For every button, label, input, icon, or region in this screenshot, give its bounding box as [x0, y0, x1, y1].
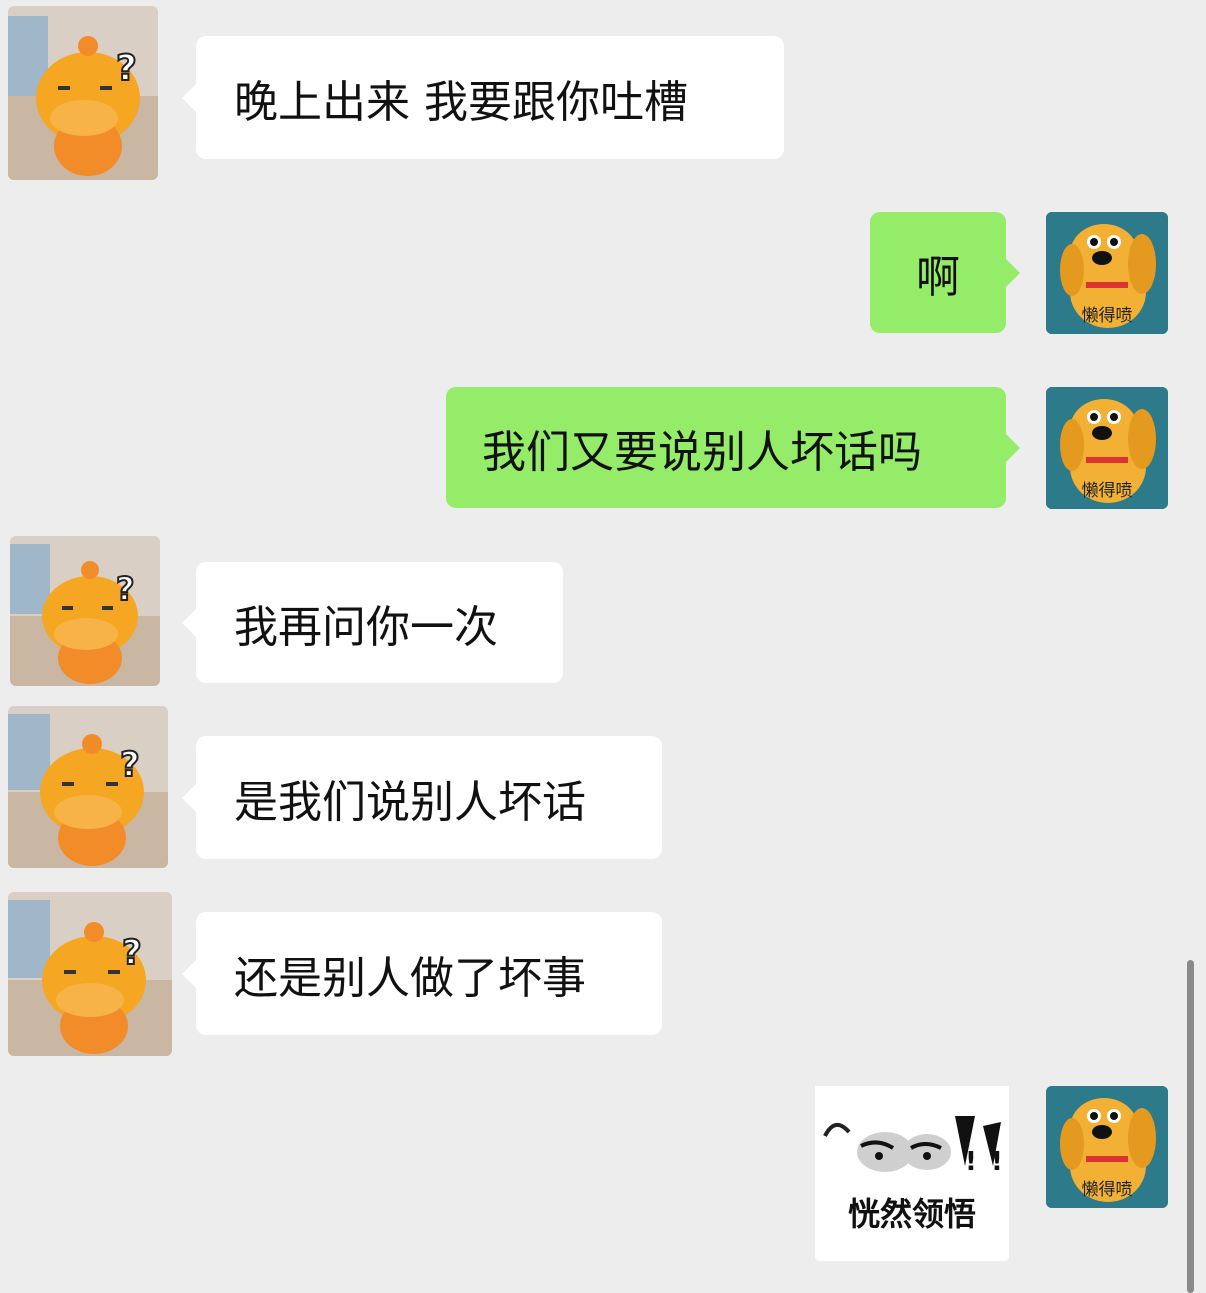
- contact-avatar[interactable]: ?: [8, 6, 158, 180]
- svg-text:?: ?: [120, 745, 140, 785]
- user-avatar[interactable]: 懒得喷: [1046, 212, 1168, 334]
- message-row: ? 我再问你一次: [0, 520, 1206, 700]
- chat-bubble-outgoing[interactable]: 啊: [870, 212, 1020, 333]
- contact-avatar[interactable]: ?: [10, 536, 160, 686]
- scrollbar[interactable]: [1187, 960, 1194, 1293]
- message-text: 还是别人做了坏事: [234, 952, 586, 1004]
- chat-bubble-outgoing[interactable]: 我们又要说别人坏话吗: [446, 387, 1020, 508]
- chat-bubble-incoming[interactable]: 是我们说别人坏话: [182, 736, 662, 859]
- sticker-message[interactable]: ! ! 恍然领悟: [815, 1086, 1009, 1261]
- orange-character-icon: ?: [8, 892, 172, 1056]
- svg-text:?: ?: [116, 570, 135, 608]
- message-text: 我再问你一次: [234, 601, 498, 653]
- avatar-caption: 懒得喷: [1081, 306, 1133, 326]
- sticker-caption: 恍然领悟: [847, 1195, 976, 1233]
- svg-text:!: !: [991, 1147, 1003, 1177]
- svg-text:?: ?: [122, 933, 142, 973]
- svg-text:?: ?: [116, 48, 137, 89]
- message-text: 啊: [916, 251, 960, 303]
- message-row: 啊 懒得喷: [0, 190, 1206, 350]
- chat-bubble-incoming[interactable]: 晚上出来 我要跟你吐槽: [182, 36, 784, 159]
- message-row: 我们又要说别人坏话吗 懒得喷: [0, 350, 1206, 520]
- surprised-face-sticker-icon: ! !: [815, 1086, 1009, 1206]
- message-row: ? 晚上出来 我要跟你吐槽: [0, 0, 1206, 190]
- message-row: ! ! 恍然领悟 懒得喷: [0, 1060, 1206, 1293]
- message-text: 我们又要说别人坏话吗: [482, 426, 922, 478]
- user-avatar[interactable]: 懒得喷: [1046, 1086, 1168, 1208]
- message-text: 是我们说别人坏话: [234, 776, 586, 828]
- message-text: 晚上出来 我要跟你吐槽: [234, 76, 688, 128]
- message-row: ? 还是别人做了坏事: [0, 880, 1206, 1060]
- svg-text:!: !: [965, 1147, 977, 1177]
- chat-bubble-incoming[interactable]: 还是别人做了坏事: [182, 912, 662, 1035]
- orange-character-icon: ?: [10, 536, 160, 686]
- avatar-caption: 懒得喷: [1081, 1180, 1133, 1200]
- user-avatar[interactable]: 懒得喷: [1046, 387, 1168, 509]
- avatar-caption: 懒得喷: [1081, 481, 1133, 501]
- contact-avatar[interactable]: ?: [8, 706, 168, 868]
- chat-bubble-incoming[interactable]: 我再问你一次: [182, 562, 563, 683]
- orange-character-icon: ?: [8, 6, 158, 180]
- message-row: ? 是我们说别人坏话: [0, 700, 1206, 880]
- orange-character-icon: ?: [8, 706, 168, 868]
- contact-avatar[interactable]: ?: [8, 892, 172, 1056]
